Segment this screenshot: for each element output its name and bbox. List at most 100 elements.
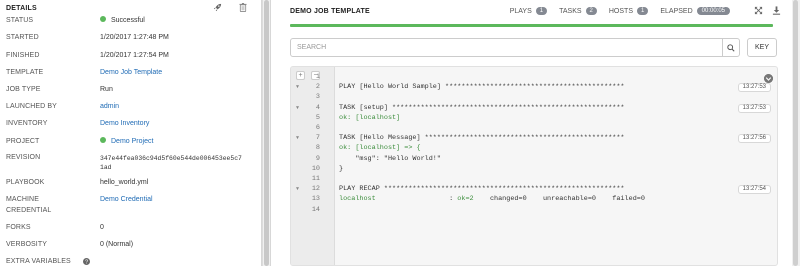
- log-text: PLAY RECAP *****************************…: [339, 185, 625, 194]
- collapse-caret-icon[interactable]: ▼: [296, 82, 299, 92]
- detail-value: 1/20/2017 1:27:48 PM: [100, 34, 169, 42]
- status-dot-icon: [100, 16, 106, 23]
- recap-rest: changed=0 unreachable=0 failed=0: [473, 195, 645, 204]
- download-icon[interactable]: [772, 6, 782, 16]
- log-line: 1: [291, 72, 777, 82]
- log-line: 8 ok: [localhost] => {: [291, 143, 777, 153]
- detail-label: JOB TYPE: [6, 86, 41, 93]
- detail-value-text[interactable]: Demo Project: [111, 138, 153, 145]
- tasks-count-badge: 2: [585, 7, 597, 15]
- detail-value[interactable]: Demo Inventory: [100, 120, 149, 128]
- tasks-label: TASKS: [559, 7, 582, 15]
- detail-label: FORKS: [6, 224, 31, 231]
- details-title: DETAILS: [6, 4, 37, 12]
- detail-label: FINISHED: [6, 52, 40, 59]
- log-line: 5 ok: [localhost]: [291, 113, 777, 123]
- trash-icon[interactable]: [238, 3, 247, 12]
- detail-label: VERBOSITY: [6, 241, 47, 248]
- detail-value-text[interactable]: admin: [100, 103, 119, 110]
- plays-count-badge: 1: [535, 7, 548, 15]
- status-dot-icon: [100, 137, 106, 144]
- rocket-icon[interactable]: [213, 3, 222, 12]
- timestamp-badge: 13:27:53: [737, 83, 771, 93]
- output-title: DEMO JOB TEMPLATE: [290, 8, 370, 15]
- log-line: 9 "msg": "Hello World!": [291, 154, 777, 164]
- log-line: 10}: [291, 164, 777, 174]
- detail-value[interactable]: Demo Project: [100, 137, 153, 146]
- expand-icon[interactable]: [754, 6, 764, 16]
- job-output-panel: DEMO JOB TEMPLATE PLAYS 1 TASKS 2 HOSTS …: [270, 0, 792, 266]
- line-number: 6: [315, 124, 320, 132]
- details-scrollbar[interactable]: [262, 0, 270, 266]
- details-scroll-thumb[interactable]: [264, 0, 269, 266]
- detail-label: EXTRA VARIABLES: [6, 258, 71, 265]
- detail-label: STARTED: [6, 34, 39, 41]
- detail-label: PROJECT: [6, 138, 40, 145]
- collapse-caret-icon[interactable]: ▼: [296, 103, 299, 113]
- log-line: ▼ 12 PLAY RECAP **************************…: [291, 184, 777, 195]
- detail-value: hello_world.yml: [100, 179, 148, 187]
- detail-value-text: hello_world.yml: [100, 179, 149, 186]
- collapse-caret-icon[interactable]: ▼: [296, 184, 299, 194]
- detail-value-text: Successful: [111, 17, 145, 24]
- log-line: ▼ 7 TASK [Hello Message] *****************…: [291, 133, 777, 144]
- detail-value[interactable]: admin: [100, 103, 119, 111]
- log-line: 6: [291, 123, 777, 133]
- log-text: "msg": "Hello World!": [339, 154, 441, 163]
- log-text: ok: [localhost]: [339, 113, 401, 122]
- detail-value: 0 (Normal): [100, 241, 133, 249]
- timestamp-badge: 13:27:56: [737, 134, 771, 144]
- detail-value-text[interactable]: Demo Inventory: [100, 120, 149, 127]
- detail-value-text: 1/20/2017 1:27:54 PM: [100, 52, 169, 59]
- line-number: 9: [315, 154, 320, 163]
- log-text: TASK [setup] ***************************…: [339, 103, 625, 112]
- log-text: ok: [localhost] => {: [339, 144, 421, 153]
- line-number: 3: [315, 93, 320, 102]
- log-text: TASK [Hello Message] *******************…: [339, 134, 625, 143]
- recap-ok: ok=2: [457, 195, 474, 204]
- detail-value: 1/20/2017 1:27:54 PM: [100, 52, 169, 60]
- plays-label: PLAYS: [509, 7, 532, 15]
- detail-label-line: MACHINE: [6, 196, 39, 203]
- key-button[interactable]: KEY: [747, 38, 777, 57]
- line-number: 11: [311, 175, 320, 183]
- detail-label: PLAYBOOK: [6, 179, 45, 186]
- detail-label-line: CREDENTIAL: [6, 207, 52, 214]
- question-icon[interactable]: ?: [83, 258, 90, 266]
- page-scroll-thumb[interactable]: [793, 0, 798, 266]
- search-input[interactable]: [291, 39, 723, 56]
- detail-label: STATUS: [6, 17, 34, 24]
- detail-label: REVISION: [6, 154, 41, 161]
- detail-value-text[interactable]: Demo Job Template: [100, 69, 162, 76]
- detail-label: MACHINE CREDENTIAL: [6, 196, 51, 215]
- log-text: }: [339, 164, 344, 173]
- log-line: 3: [291, 92, 777, 102]
- line-number: 5: [315, 113, 320, 122]
- details-header: DETAILS: [0, 0, 261, 16]
- timestamp-badge: 13:27:53: [737, 103, 771, 113]
- line-number: 10: [311, 164, 320, 173]
- log-line: 14: [291, 205, 777, 215]
- detail-value: Successful: [100, 16, 145, 25]
- log-line: 11: [291, 174, 777, 184]
- svg-text:?: ?: [85, 260, 88, 265]
- line-number: 7: [315, 134, 320, 143]
- stdout-output: + − 1 ▼ 2 PLAY [Hello World Sample] *******…: [290, 66, 778, 266]
- log-line: ▼ 2 PLAY [Hello World Sample] ************…: [291, 82, 777, 93]
- line-number: 4: [315, 103, 320, 112]
- detail-value-text[interactable]: Demo Credential: [100, 196, 153, 203]
- elapsed-label: ELAPSED: [660, 7, 693, 15]
- revision-line: 347e44fea036c94d5f60e544de006453ee5c7: [100, 155, 242, 162]
- output-header: DEMO JOB TEMPLATE PLAYS 1 TASKS 2 HOSTS …: [271, 0, 792, 24]
- page-scrollbar[interactable]: [792, 0, 800, 266]
- line-number: 2: [315, 83, 320, 92]
- search-box: [290, 38, 740, 57]
- job-details-panel: DETAILS STATUS Successful STARTED 1/20/2017…: [0, 0, 262, 266]
- search-icon[interactable]: [722, 39, 739, 56]
- detail-value[interactable]: Demo Job Template: [100, 69, 162, 77]
- collapse-caret-icon[interactable]: ▼: [296, 133, 299, 143]
- detail-value-text: Run: [100, 86, 113, 93]
- detail-value[interactable]: Demo Credential: [100, 196, 153, 204]
- detail-label: INVENTORY: [6, 120, 48, 127]
- line-number: 12: [311, 185, 320, 194]
